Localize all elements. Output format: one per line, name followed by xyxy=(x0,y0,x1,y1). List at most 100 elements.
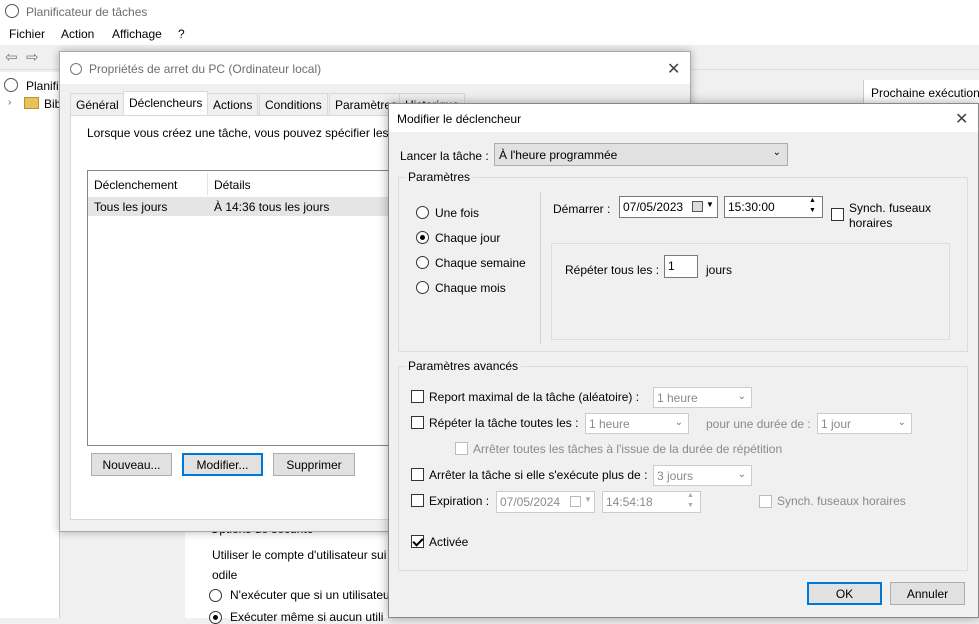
new-button[interactable]: Nouveau... xyxy=(91,453,172,476)
chevron-down-icon: ⌄ xyxy=(737,391,746,402)
run-logged-on-label: N'exécuter que si un utilisateur xyxy=(230,588,394,602)
stop-all-checkbox[interactable] xyxy=(455,442,468,455)
menu-help[interactable]: ? xyxy=(178,27,185,41)
advanced-group-label: Paramètres avancés xyxy=(405,359,522,373)
repeat-label: Répéter tous les : xyxy=(565,263,660,277)
run-always-label: Exécuter même si aucun utili xyxy=(230,610,384,624)
delay-dropdown[interactable]: 1 heure ⌄ xyxy=(653,387,752,408)
enabled-label: Activée xyxy=(429,535,469,549)
duration-label: pour une durée de : xyxy=(706,417,811,431)
tab-actions[interactable]: Actions xyxy=(207,93,259,115)
chevron-down-icon: ⌄ xyxy=(897,417,906,428)
run-logged-on-radio[interactable] xyxy=(209,589,222,602)
repeat-days-input[interactable]: 1 xyxy=(664,255,698,278)
settings-divider xyxy=(540,192,541,344)
close-icon[interactable]: ✕ xyxy=(955,109,968,129)
radio-monthly[interactable] xyxy=(416,281,429,294)
launch-label: Lancer la tâche : xyxy=(400,149,489,163)
main-title-bar: Planificateur de tâches xyxy=(0,0,979,24)
repeat-task-checkbox[interactable] xyxy=(411,416,424,429)
radio-daily[interactable] xyxy=(416,231,429,244)
chevron-down-icon: ▼ xyxy=(706,200,714,209)
sync-timezone-label-1: Synch. fuseaux xyxy=(849,201,932,215)
tree-item-root[interactable]: Planifi xyxy=(26,79,59,93)
forward-arrow-icon[interactable]: ⇨ xyxy=(26,48,39,66)
stop-task-checkbox[interactable] xyxy=(411,468,424,481)
chevron-down-icon: ▼ xyxy=(584,495,592,504)
start-time-spinner[interactable]: 15:30:00 ▲ ▼ xyxy=(724,196,823,218)
start-date-picker[interactable]: 07/05/2023 ▼ xyxy=(619,196,718,218)
repeat-task-label: Répéter la tâche toutes les : xyxy=(429,416,579,430)
start-date-value: 07/05/2023 xyxy=(623,200,684,214)
radio-once-label: Une fois xyxy=(435,206,480,220)
table-row[interactable]: Tous les jours À 14:36 tous les jours xyxy=(88,197,406,216)
radio-daily-label: Chaque jour xyxy=(435,231,501,245)
radio-weekly-label: Chaque semaine xyxy=(435,256,526,270)
back-arrow-icon[interactable]: ⇦ xyxy=(5,48,18,66)
chevron-right-icon[interactable]: › xyxy=(8,97,11,108)
sync-timezone-checkbox[interactable] xyxy=(831,208,844,221)
details-cell: À 14:36 tous les jours xyxy=(214,200,330,214)
ok-button[interactable]: OK xyxy=(807,582,882,605)
start-time-value: 15:30:00 xyxy=(728,200,775,214)
enabled-checkbox[interactable] xyxy=(411,535,424,548)
clock-icon xyxy=(5,4,19,18)
calendar-icon xyxy=(692,201,703,212)
column-header-next-run[interactable]: Prochaine exécution xyxy=(863,80,979,105)
radio-once[interactable] xyxy=(416,206,429,219)
stop-all-label: Arrêter toutes les tâches à l'issue de l… xyxy=(473,442,783,456)
column-divider xyxy=(207,173,208,195)
spinner-up-icon[interactable]: ▲ xyxy=(687,492,694,499)
expiration-sync-checkbox[interactable] xyxy=(759,495,772,508)
edit-button[interactable]: Modifier... xyxy=(182,453,263,476)
repeat-unit: jours xyxy=(706,263,733,277)
tab-triggers[interactable]: Déclencheurs xyxy=(123,91,209,116)
tab-conditions[interactable]: Conditions xyxy=(259,93,328,115)
delay-label: Report maximal de la tâche (aléatoire) : xyxy=(429,390,640,404)
launch-value: À l'heure programmée xyxy=(499,148,618,162)
menu-affichage[interactable]: Affichage xyxy=(112,27,162,41)
spinner-down-icon[interactable]: ▼ xyxy=(687,502,694,509)
launch-select[interactable]: À l'heure programmée ⌄ xyxy=(494,143,788,166)
console-tree: Planifi › Bib xyxy=(0,72,61,618)
menu-action[interactable]: Action xyxy=(61,27,94,41)
properties-title: Propriétés de arret du PC (Ordinateur lo… xyxy=(89,62,322,76)
spinner-up-icon[interactable]: ▲ xyxy=(809,197,816,204)
expiration-sync-label: Synch. fuseaux horaires xyxy=(777,494,906,508)
expiration-checkbox[interactable] xyxy=(411,494,424,507)
expiration-label: Expiration : xyxy=(429,494,490,508)
start-label: Démarrer : xyxy=(553,202,611,216)
edit-trigger-title-bar: Modifier le déclencheur ✕ xyxy=(389,104,978,132)
chevron-down-icon: ⌄ xyxy=(772,147,781,158)
clock-icon xyxy=(4,78,18,92)
delete-button[interactable]: Supprimer xyxy=(273,453,355,476)
settings-group-label: Paramètres xyxy=(405,170,474,184)
sync-timezone-label-2: horaires xyxy=(849,216,893,230)
properties-title-bar: Propriétés de arret du PC (Ordinateur lo… xyxy=(60,52,690,84)
duration-dropdown[interactable]: 1 jour ⌄ xyxy=(817,413,912,434)
tab-general[interactable]: Général xyxy=(70,93,125,115)
edit-trigger-dialog: Modifier le déclencheur ✕ Lancer la tâch… xyxy=(388,103,979,618)
delay-checkbox[interactable] xyxy=(411,390,424,403)
folder-icon xyxy=(24,97,39,109)
duration-value: 1 jour xyxy=(821,417,852,431)
column-header-trigger[interactable]: Déclenchement xyxy=(94,178,177,192)
repeat-task-dropdown[interactable]: 1 heure ⌄ xyxy=(585,413,689,434)
close-icon[interactable]: ✕ xyxy=(667,59,680,79)
radio-weekly[interactable] xyxy=(416,256,429,269)
advanced-settings-group: Paramètres avancés Report maximal de la … xyxy=(398,359,968,571)
cancel-button[interactable]: Annuler xyxy=(890,582,965,605)
expiration-time-spinner[interactable]: 14:54:18 ▲ ▼ xyxy=(602,491,701,513)
triggers-list[interactable]: Déclenchement Détails Tous les jours À 1… xyxy=(87,170,407,446)
main-title: Planificateur de tâches xyxy=(26,5,148,19)
menu-fichier[interactable]: Fichier xyxy=(9,27,45,41)
edit-trigger-title: Modifier le déclencheur xyxy=(397,112,522,126)
stop-task-dropdown[interactable]: 3 jours ⌄ xyxy=(653,465,752,486)
chevron-down-icon: ⌄ xyxy=(674,417,683,428)
column-header-details[interactable]: Détails xyxy=(214,178,251,192)
spinner-down-icon[interactable]: ▼ xyxy=(809,207,816,214)
expiration-date-picker[interactable]: 07/05/2024 ▼ xyxy=(496,491,595,513)
expiration-time-value: 14:54:18 xyxy=(606,495,653,509)
security-options-panel: Options de sécurité Utiliser le compte d… xyxy=(185,520,394,624)
chevron-down-icon: ⌄ xyxy=(737,469,746,480)
